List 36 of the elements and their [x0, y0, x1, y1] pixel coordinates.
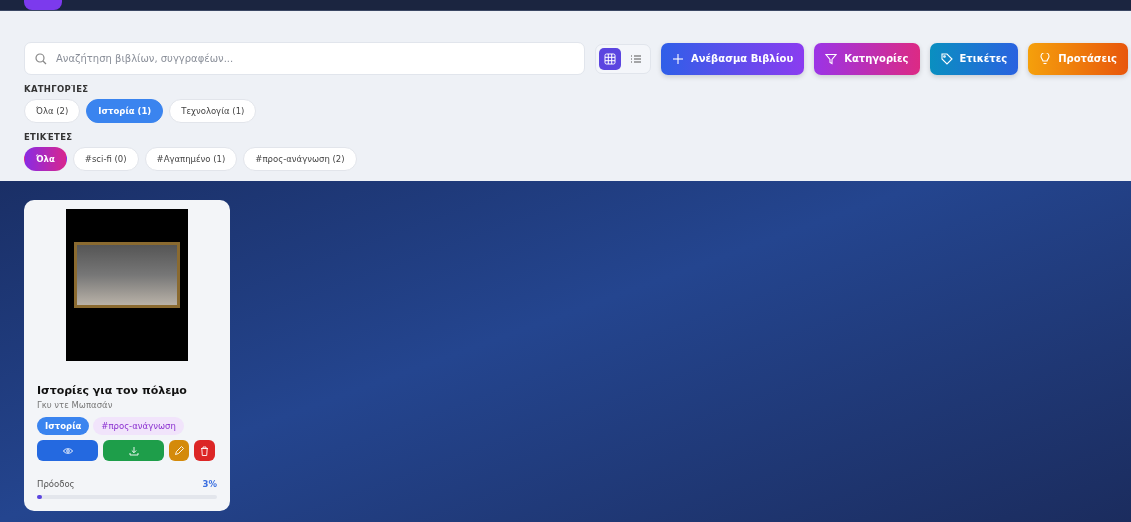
category-filter[interactable]: Όλα (2): [24, 99, 81, 123]
tag-filter[interactable]: Όλα: [24, 147, 67, 171]
eye-icon: [62, 446, 73, 455]
tag-label: #προς-ανάγνωση: [93, 417, 184, 435]
search-icon: [35, 53, 47, 65]
progress-value: 3%: [202, 479, 217, 489]
book-author: Γκυ ντε Μωπασάν: [37, 400, 114, 410]
tags-heading: ΕΤΙΚΈΤΕΣ: [24, 132, 74, 142]
grid-icon: [604, 52, 616, 65]
filter-icon: [825, 52, 838, 65]
trash-icon: [200, 445, 209, 456]
tag-filter[interactable]: #Αγαπημένο (1): [144, 147, 238, 171]
lightbulb-icon: [1039, 52, 1052, 65]
tags-button[interactable]: Ετικέτες: [929, 42, 1019, 75]
progress-label: Πρόοδος: [37, 479, 75, 489]
download-button[interactable]: [103, 440, 164, 461]
book-title: Ιστορίες για τον πόλεμο: [37, 384, 188, 397]
list-icon: [630, 52, 642, 65]
tag-icon: [940, 52, 953, 65]
tag-filter[interactable]: #προς-ανάγνωση (2): [243, 147, 357, 171]
grid-view-button[interactable]: [599, 47, 621, 70]
categories-heading: ΚΑΤΗΓΟΡΊΕΣ: [24, 84, 90, 94]
suggestions-button[interactable]: Προτάσεις: [1028, 42, 1128, 75]
pencil-icon: [174, 445, 184, 456]
category-tag: Ιστορία: [37, 417, 90, 435]
delete-button[interactable]: [194, 440, 215, 461]
categories-button[interactable]: Κατηγορίες: [814, 42, 920, 75]
category-filter[interactable]: Ιστορία (1): [86, 99, 164, 123]
tag-filter[interactable]: #sci-fi (0): [72, 147, 139, 171]
upload-button[interactable]: Ανέβασμα Βιβλίου: [661, 42, 805, 75]
plus-icon: [672, 52, 684, 65]
download-icon: [128, 445, 139, 456]
search-field[interactable]: Αναζήτηση βιβλίων, συγγραφέων...: [24, 42, 585, 75]
view-button[interactable]: [37, 440, 98, 461]
category-filter[interactable]: Τεχνολογία (1): [169, 99, 257, 123]
edit-button[interactable]: [169, 440, 189, 461]
